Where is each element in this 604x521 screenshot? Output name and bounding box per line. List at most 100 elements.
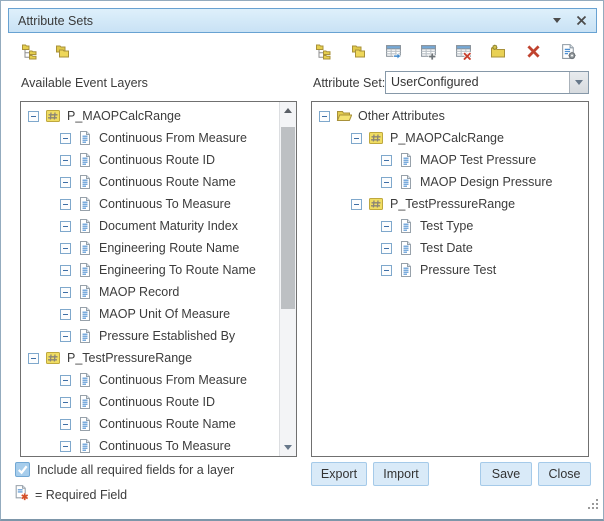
- tree-item[interactable]: MAOP Design Pressure: [312, 171, 588, 193]
- required-field-legend: = Required Field: [35, 488, 127, 502]
- collapse-expander-icon[interactable]: [60, 309, 71, 320]
- include-required-label: Include all required fields for a layer: [37, 463, 234, 477]
- event-layer-icon: [45, 108, 61, 124]
- field-icon: [77, 130, 93, 146]
- event-layer-icon: [368, 130, 384, 146]
- attribute-set-select[interactable]: UserConfigured: [385, 71, 589, 94]
- collapse-expander-icon[interactable]: [28, 111, 39, 122]
- new-attribute-set-button[interactable]: [490, 43, 507, 60]
- field-icon: [77, 438, 93, 454]
- table-export-button[interactable]: [385, 43, 402, 60]
- tree-item[interactable]: Continuous To Measure: [21, 193, 296, 215]
- scroll-down-icon: [284, 445, 292, 450]
- set-properties-button[interactable]: [560, 43, 577, 60]
- tree-item[interactable]: Test Date: [312, 237, 588, 259]
- collapse-expander-icon[interactable]: [60, 133, 71, 144]
- collapse-expander-icon[interactable]: [60, 177, 71, 188]
- collapse-expander-icon[interactable]: [60, 155, 71, 166]
- collapse-expander-icon[interactable]: [60, 287, 71, 298]
- collapse-expander-icon[interactable]: [60, 331, 71, 342]
- scroll-down-button[interactable]: [280, 439, 296, 456]
- tree-item[interactable]: Document Maturity Index: [21, 215, 296, 237]
- tree-item[interactable]: Continuous From Measure: [21, 127, 296, 149]
- new-attribute-set-folder-icon: [490, 43, 507, 60]
- close-icon[interactable]: [576, 15, 587, 26]
- tree-item[interactable]: Continuous From Measure: [21, 369, 296, 391]
- collapse-all-button[interactable]: [54, 43, 71, 60]
- tree-item[interactable]: P_TestPressureRange: [312, 193, 588, 215]
- tree-item[interactable]: Pressure Test: [312, 259, 588, 281]
- open-folder-icon: [336, 108, 352, 124]
- event-layer-icon: [368, 196, 384, 212]
- field-icon: [77, 416, 93, 432]
- save-button[interactable]: Save: [480, 462, 532, 486]
- collapse-expander-icon[interactable]: [60, 221, 71, 232]
- field-icon: [77, 196, 93, 212]
- collapse-expander-icon[interactable]: [381, 243, 392, 254]
- required-field-icon: [13, 484, 30, 501]
- tree-item[interactable]: Continuous To Measure: [21, 435, 296, 457]
- collapse-expander-icon[interactable]: [60, 199, 71, 210]
- scroll-up-button[interactable]: [280, 102, 296, 119]
- tree-item[interactable]: Test Type: [312, 215, 588, 237]
- delete-attribute-set-button[interactable]: [525, 43, 542, 60]
- tree-item[interactable]: MAOP Record: [21, 281, 296, 303]
- left-toolbar: [21, 43, 71, 60]
- resize-grip[interactable]: [586, 497, 599, 515]
- expand-all-set-button[interactable]: [315, 43, 332, 60]
- tree-item[interactable]: P_MAOPCalcRange: [312, 127, 588, 149]
- collapse-all-set-button[interactable]: [350, 43, 367, 60]
- tree-item[interactable]: Continuous Route Name: [21, 413, 296, 435]
- field-icon: [398, 218, 414, 234]
- collapse-expander-icon[interactable]: [381, 265, 392, 276]
- collapse-expander-icon[interactable]: [60, 243, 71, 254]
- table-remove-button[interactable]: [455, 43, 472, 60]
- close-button[interactable]: Close: [538, 462, 591, 486]
- collapse-expander-icon[interactable]: [60, 265, 71, 276]
- tree-item[interactable]: Continuous Route ID: [21, 391, 296, 413]
- field-icon: [77, 394, 93, 410]
- dropdown-button[interactable]: [569, 72, 588, 93]
- tree-item[interactable]: Other Attributes: [312, 105, 588, 127]
- collapse-expander-icon[interactable]: [381, 221, 392, 232]
- tree-item[interactable]: P_MAOPCalcRange: [21, 105, 296, 127]
- export-button[interactable]: Export: [311, 462, 367, 486]
- tree-item[interactable]: Continuous Route Name: [21, 171, 296, 193]
- tree-item[interactable]: Continuous Route ID: [21, 149, 296, 171]
- tree-item[interactable]: Pressure Established By: [21, 325, 296, 347]
- tree-item[interactable]: MAOP Unit Of Measure: [21, 303, 296, 325]
- left-tree-scrollbar[interactable]: [279, 102, 296, 456]
- collapse-expander-icon[interactable]: [60, 397, 71, 408]
- collapse-expander-icon[interactable]: [351, 199, 362, 210]
- scrollbar-thumb[interactable]: [281, 127, 295, 309]
- field-icon: [398, 262, 414, 278]
- field-icon: [77, 218, 93, 234]
- collapse-expander-icon[interactable]: [60, 441, 71, 452]
- table-add-button[interactable]: [420, 43, 437, 60]
- collapse-expander-icon[interactable]: [28, 353, 39, 364]
- collapse-expander-icon[interactable]: [60, 419, 71, 430]
- table-remove-icon: [455, 43, 472, 60]
- attribute-sets-dialog: Attribute Sets Available Even: [0, 0, 604, 521]
- tree-item[interactable]: Engineering To Route Name: [21, 259, 296, 281]
- collapse-expander-icon[interactable]: [351, 133, 362, 144]
- collapse-expander-icon[interactable]: [381, 177, 392, 188]
- tree-item[interactable]: Engineering Route Name: [21, 237, 296, 259]
- tree-item[interactable]: MAOP Test Pressure: [312, 149, 588, 171]
- available-layers-panel: P_MAOPCalcRange Continuous From Measure …: [20, 101, 297, 457]
- window-menu-caret-icon[interactable]: [553, 18, 561, 23]
- scroll-up-icon: [284, 108, 292, 113]
- collapse-expander-icon[interactable]: [381, 155, 392, 166]
- collapse-expander-icon[interactable]: [60, 375, 71, 386]
- checkmark-icon: [16, 463, 29, 476]
- collapse-expander-icon[interactable]: [319, 111, 330, 122]
- expand-all-button[interactable]: [21, 43, 38, 60]
- import-button[interactable]: Import: [373, 462, 429, 486]
- tree-item[interactable]: P_TestPressureRange: [21, 347, 296, 369]
- attribute-set-tree: Other Attributes P_MAOPCalcRange MAOP Te…: [312, 102, 588, 281]
- field-icon: [77, 262, 93, 278]
- field-icon: [77, 306, 93, 322]
- include-required-checkbox[interactable]: [15, 462, 30, 477]
- window-title: Attribute Sets: [18, 14, 553, 28]
- field-icon: [77, 328, 93, 344]
